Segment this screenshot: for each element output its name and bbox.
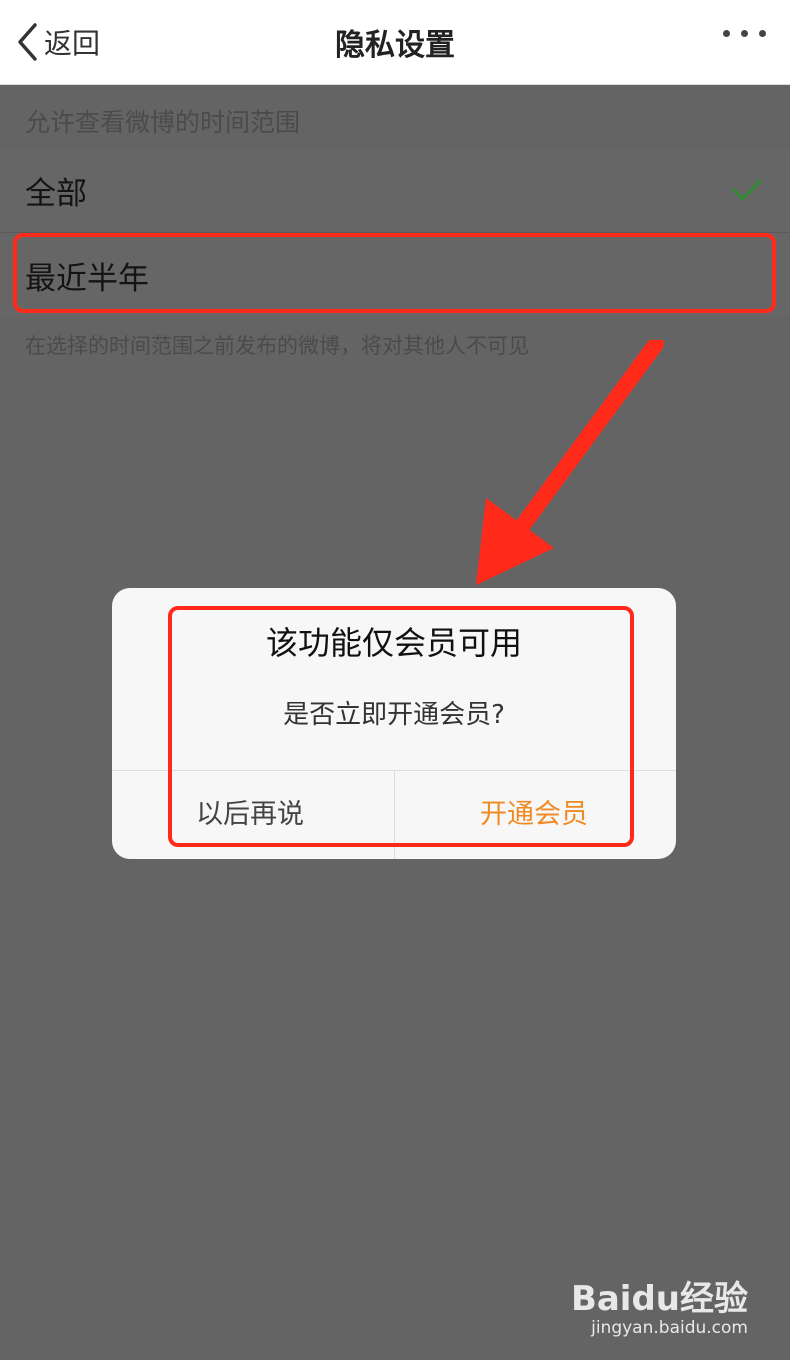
footnote-text: 在选择的时间范围之前发布的微博，将对其他人不可见 [25, 334, 529, 358]
section-header: 允许查看微博的时间范围 [25, 108, 301, 137]
back-button[interactable]: 返回 [16, 18, 100, 66]
annotation-arrow-icon [476, 340, 664, 585]
watermark-logo: Baidu经验 [570, 1279, 748, 1319]
navigation-bar: 返回 隐私设置 [0, 0, 790, 85]
dialog-message: 是否立即开通会员? [283, 700, 505, 730]
dialog-title: 该功能仅会员可用 [265, 624, 522, 662]
option-label: 最近半年 [25, 261, 149, 297]
back-label: 返回 [44, 27, 101, 60]
option-half-year[interactable]: 最近半年 [0, 233, 790, 317]
page-title: 隐私设置 [335, 28, 455, 63]
more-dots-icon[interactable] [723, 30, 766, 37]
membership-dialog: 该功能仅会员可用 是否立即开通会员? 以后再说 开通会员 [112, 588, 676, 859]
later-button[interactable]: 以后再说 [112, 771, 394, 859]
checkmark-icon [732, 179, 762, 201]
watermark-url: jingyan.baidu.com [591, 1318, 748, 1338]
option-all[interactable]: 全部 [0, 148, 790, 233]
option-label: 全部 [25, 176, 87, 212]
chevron-left-icon [18, 23, 37, 61]
baidu-watermark: Baidu经验 jingyan.baidu.com [571, 1271, 748, 1338]
open-membership-button[interactable]: 开通会员 [395, 771, 676, 859]
